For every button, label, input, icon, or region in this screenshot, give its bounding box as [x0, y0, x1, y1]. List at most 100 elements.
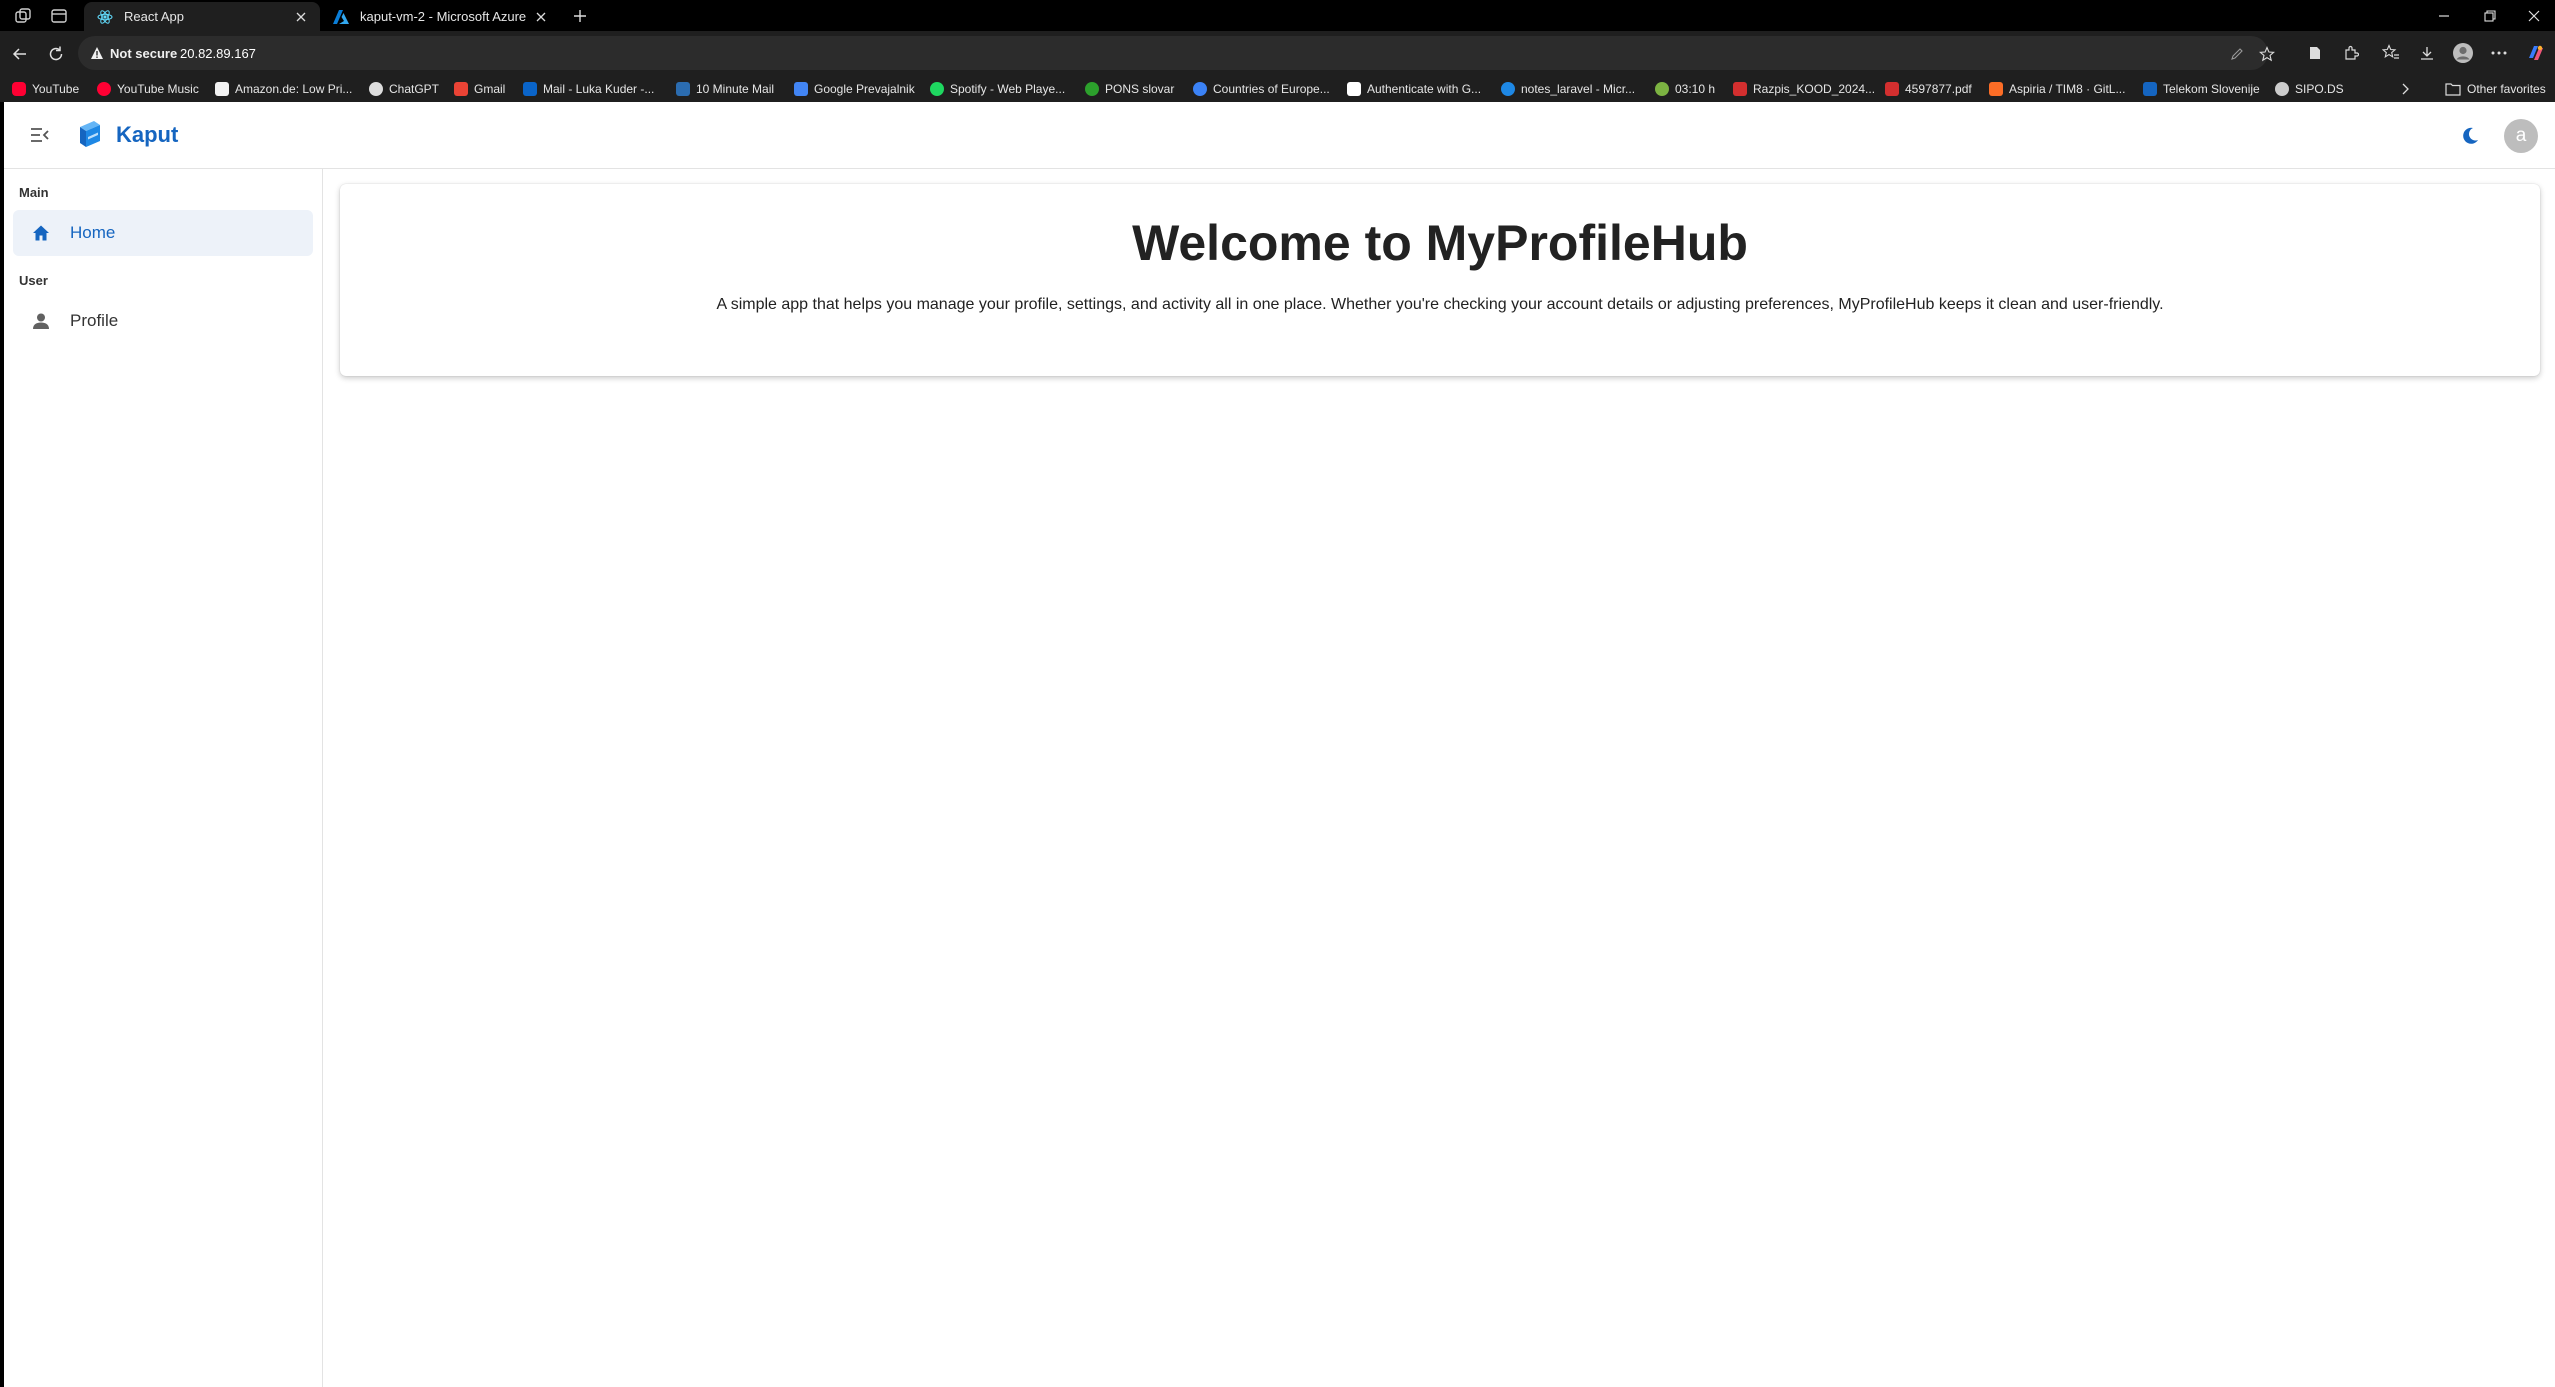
favorites-overflow-chevron-icon[interactable] — [2400, 75, 2410, 102]
youtube-music-icon — [97, 81, 111, 96]
favorite-countries[interactable]: Countries of Europe... — [1193, 75, 1330, 102]
menu-collapse-icon[interactable] — [28, 123, 52, 147]
welcome-description: A simple app that helps you manage your … — [716, 296, 2164, 313]
downloads-icon[interactable] — [2416, 42, 2438, 64]
globe-icon — [2275, 81, 2289, 96]
welcome-card: Welcome to MyProfileHub A simple app tha… — [340, 184, 2540, 376]
profile-icon[interactable] — [2452, 42, 2474, 64]
favorite-label: Google Prevajalnik — [814, 81, 915, 96]
new-tab-icon[interactable] — [568, 4, 592, 28]
tab-title: kaput-vm-2 - Microsoft Azure — [360, 9, 527, 24]
favorite-label: SIPO.DS — [2295, 81, 2344, 96]
sidebar-section-user: User — [19, 273, 48, 288]
welcome-title: Welcome to MyProfileHub — [1132, 215, 1748, 271]
favorite-label: Telekom Slovenije — [2163, 81, 2260, 96]
favorite-label: Countries of Europe... — [1213, 81, 1330, 96]
back-icon[interactable] — [7, 41, 33, 67]
close-tab-icon[interactable] — [292, 8, 310, 26]
security-label: Not secure — [110, 45, 178, 61]
sidebar-item-label: Profile — [70, 311, 119, 330]
app-header: Kaput a — [4, 102, 2555, 169]
react-icon — [96, 8, 114, 26]
favorite-label: Authenticate with G... — [1367, 81, 1482, 96]
favorite-google-translate[interactable]: Google Prevajalnik — [794, 75, 915, 102]
edge-icon — [1501, 81, 1515, 96]
favorites-bar: YouTube YouTube Music Amazon.de: Low Pri… — [0, 75, 2555, 102]
favorite-label: Gmail — [474, 81, 506, 96]
favorite-spotify[interactable]: Spotify - Web Playe... — [930, 75, 1065, 102]
favorite-youtube-music[interactable]: YouTube Music — [97, 75, 199, 102]
favorite-chatgpt[interactable]: ChatGPT — [369, 75, 439, 102]
edit-pen-icon[interactable] — [2228, 45, 2246, 63]
url-text[interactable]: 20.82.89.167 — [180, 36, 256, 70]
brand-name[interactable]: Kaput — [116, 122, 178, 148]
dark-mode-moon-icon[interactable] — [2457, 123, 2483, 149]
tab-azure[interactable]: kaput-vm-2 - Microsoft Azure — [320, 2, 560, 31]
chatgpt-icon — [369, 81, 383, 96]
favorite-label: Aspiria / TIM8 · GitL... — [2009, 81, 2126, 96]
favorite-label: notes_laravel - Micr... — [1521, 81, 1636, 96]
favorites-icon[interactable] — [2380, 42, 2402, 64]
favorite-outlook[interactable]: Mail - Luka Kuder -... — [523, 75, 654, 102]
favorite-authenticate[interactable]: Authenticate with G... — [1347, 75, 1481, 102]
telekom-icon — [2143, 81, 2157, 96]
globe-icon — [1193, 81, 1207, 96]
favorite-label: Spotify - Web Playe... — [950, 81, 1066, 96]
favorite-sipo[interactable]: SIPO.DS — [2275, 75, 2344, 102]
pdf-icon — [1885, 81, 1899, 96]
extensions-icon[interactable] — [2340, 42, 2362, 64]
favorite-pdf[interactable]: 4597877.pdf — [1885, 75, 1972, 102]
youtube-icon — [12, 81, 26, 96]
browser-toolbar: Not secure 20.82.89.167 — [0, 31, 2555, 75]
favorite-label: YouTube Music — [117, 81, 199, 96]
favorite-telekom[interactable]: Telekom Slovenije — [2143, 75, 2260, 102]
workspaces-icon[interactable] — [11, 4, 35, 28]
gmail-icon — [454, 81, 468, 96]
sidebar-item-profile[interactable]: Profile — [13, 298, 313, 344]
outlook-icon — [523, 81, 537, 96]
copilot-icon[interactable] — [2525, 42, 2547, 64]
restore-icon[interactable] — [2467, 0, 2513, 31]
favorite-gmail[interactable]: Gmail — [454, 75, 505, 102]
favorite-label: Amazon.de: Low Pri... — [235, 81, 353, 96]
reading-view-icon[interactable] — [2304, 42, 2326, 64]
favorite-label: ChatGPT — [389, 81, 440, 96]
favorite-label: Mail - Luka Kuder -... — [543, 81, 655, 96]
favorite-timer[interactable]: 03:10 h — [1655, 75, 1715, 102]
authenticate-icon — [1347, 81, 1361, 96]
spotify-icon — [930, 81, 944, 96]
amazon-icon — [215, 81, 229, 96]
favorite-label: 10 Minute Mail — [696, 81, 775, 96]
translate-icon — [794, 81, 808, 96]
tab-actions-icon[interactable] — [47, 4, 71, 28]
browser-tab-strip: React App kaput-vm-2 - Microsoft Azure — [0, 0, 2555, 31]
minimize-icon[interactable] — [2421, 0, 2467, 31]
favorite-youtube[interactable]: YouTube — [12, 75, 79, 102]
favorite-10-minute-mail[interactable]: 10 Minute Mail — [676, 75, 774, 102]
address-bar[interactable]: Not secure 20.82.89.167 — [78, 36, 2275, 70]
tab-title: React App — [124, 9, 184, 24]
sidebar-item-label: Home — [70, 223, 116, 242]
pdf-icon — [1733, 81, 1747, 96]
other-favorites[interactable]: Other favorites — [2445, 75, 2546, 102]
user-avatar[interactable]: a — [2504, 119, 2538, 153]
favorite-pons[interactable]: PONS slovar — [1085, 75, 1174, 102]
close-window-icon[interactable] — [2513, 0, 2555, 31]
favorite-label: PONS slovar — [1105, 81, 1175, 96]
more-options-icon[interactable] — [2488, 42, 2510, 64]
refresh-icon[interactable] — [43, 41, 69, 67]
sidebar-item-home[interactable]: Home — [13, 210, 313, 256]
kaput-logo-icon — [74, 118, 106, 150]
security-indicator[interactable]: Not secure — [90, 36, 177, 70]
favorite-notes-laravel[interactable]: notes_laravel - Micr... — [1501, 75, 1635, 102]
favorite-amazon[interactable]: Amazon.de: Low Pri... — [215, 75, 352, 102]
favorite-razpis-kood[interactable]: Razpis_KOOD_2024... — [1733, 75, 1875, 102]
person-icon — [29, 309, 53, 333]
favorite-label: Razpis_KOOD_2024... — [1753, 81, 1876, 96]
close-tab-icon[interactable] — [532, 8, 550, 26]
home-icon — [29, 221, 53, 245]
clock-icon — [1655, 81, 1669, 96]
favorite-gitlab[interactable]: Aspiria / TIM8 · GitL... — [1989, 75, 2125, 102]
favorite-star-icon[interactable] — [2258, 45, 2276, 63]
tab-react-app[interactable]: React App — [84, 2, 320, 31]
